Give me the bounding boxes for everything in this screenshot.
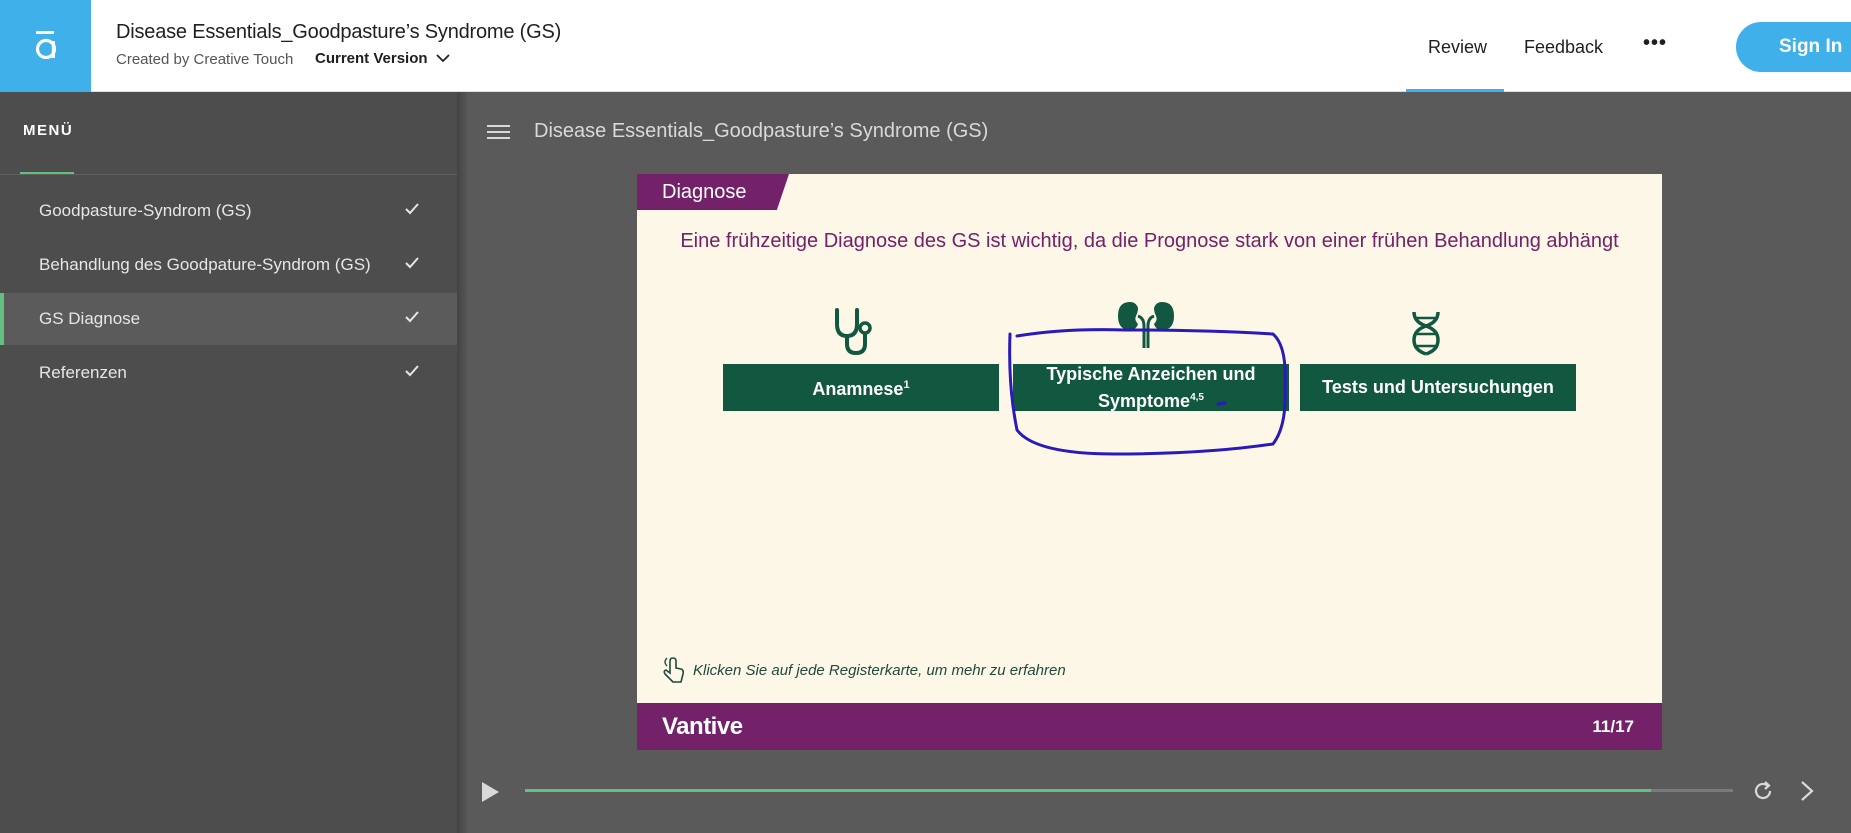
check-icon: [405, 203, 419, 215]
version-dropdown[interactable]: Current Version: [315, 50, 450, 67]
progress-bar[interactable]: [525, 789, 1733, 792]
card-label: Typische Anzeichen und Symptome4,5: [1046, 363, 1256, 411]
page-indicator: 11/17: [1592, 717, 1634, 736]
sign-in-button[interactable]: Sign In: [1736, 22, 1851, 72]
slide-section-tab: Diagnose: [637, 174, 789, 210]
sidebar-item-goodpasture-syndrom[interactable]: Goodpasture-Syndrom (GS): [0, 185, 457, 237]
vantive-logo: Vantive: [662, 713, 743, 740]
player-course-title: Disease Essentials_Goodpasture’s Syndrom…: [534, 120, 989, 142]
click-hint: Klicken Sie auf jede Registerkarte, um m…: [661, 656, 1066, 684]
kidney-icon: [1118, 302, 1174, 348]
sidebar-item-label: Goodpasture-Syndrom (GS): [39, 201, 252, 220]
articulate-logo[interactable]: [0, 0, 91, 92]
replay-icon[interactable]: [1752, 780, 1774, 802]
version-label: Current Version: [315, 50, 428, 67]
menu-divider: [0, 174, 457, 175]
sidebar-item-behandlung[interactable]: Behandlung des Goodpature-Syndrom (GS): [0, 239, 457, 291]
sidebar-item-referenzen[interactable]: Referenzen: [0, 347, 457, 399]
articulate-a-icon: [35, 31, 56, 60]
stethoscope-icon: [835, 308, 872, 356]
sidebar-item-label: Behandlung des Goodpature-Syndrom (GS): [39, 255, 371, 274]
card-label: Tests und Untersuchungen: [1322, 377, 1554, 397]
course-title: Disease Essentials_Goodpasture’s Syndrom…: [116, 21, 562, 43]
nav-feedback[interactable]: Feedback: [1524, 37, 1603, 58]
sidebar-menu: MENÜ Goodpasture-Syndrom (GS) Behandlung…: [0, 92, 457, 833]
card-label: Anamnese1: [812, 379, 910, 399]
nav-review[interactable]: Review: [1428, 37, 1487, 58]
play-icon[interactable]: [480, 781, 500, 803]
dna-icon: [1412, 311, 1440, 356]
tab-anzeichen-symptome[interactable]: Typische Anzeichen und Symptome4,5: [1013, 364, 1289, 411]
sidebar-item-label: GS Diagnose: [39, 309, 141, 328]
chevron-down-icon: [435, 54, 450, 63]
menu-title: MENÜ: [23, 122, 74, 139]
tab-tests-untersuchungen[interactable]: Tests und Untersuchungen: [1300, 364, 1576, 411]
tab-anamnese[interactable]: Anamnese1: [723, 364, 999, 411]
slide: Diagnose Eine frühzeitige Diagnose des G…: [637, 174, 1662, 750]
top-header: Disease Essentials_Goodpasture’s Syndrom…: [0, 0, 1851, 92]
hint-text: Klicken Sie auf jede Registerkarte, um m…: [693, 661, 1066, 679]
created-by-text: Created by Creative Touch: [116, 51, 294, 68]
next-icon[interactable]: [1799, 780, 1815, 802]
hamburger-menu-icon[interactable]: [487, 124, 510, 140]
progress-fill: [525, 789, 1651, 792]
check-icon: [405, 257, 419, 269]
sidebar-item-label: Referenzen: [39, 363, 127, 382]
slide-footer: Vantive 11/17: [637, 703, 1662, 750]
content-shadow: [457, 92, 469, 833]
more-options-button[interactable]: •••: [1643, 32, 1667, 55]
pointer-hand-icon: [663, 657, 685, 683]
check-icon: [405, 311, 419, 323]
slide-heading: Eine frühzeitige Diagnose des GS ist wic…: [680, 230, 1619, 252]
check-icon: [405, 365, 419, 377]
sidebar-item-gs-diagnose[interactable]: GS Diagnose: [0, 293, 457, 345]
